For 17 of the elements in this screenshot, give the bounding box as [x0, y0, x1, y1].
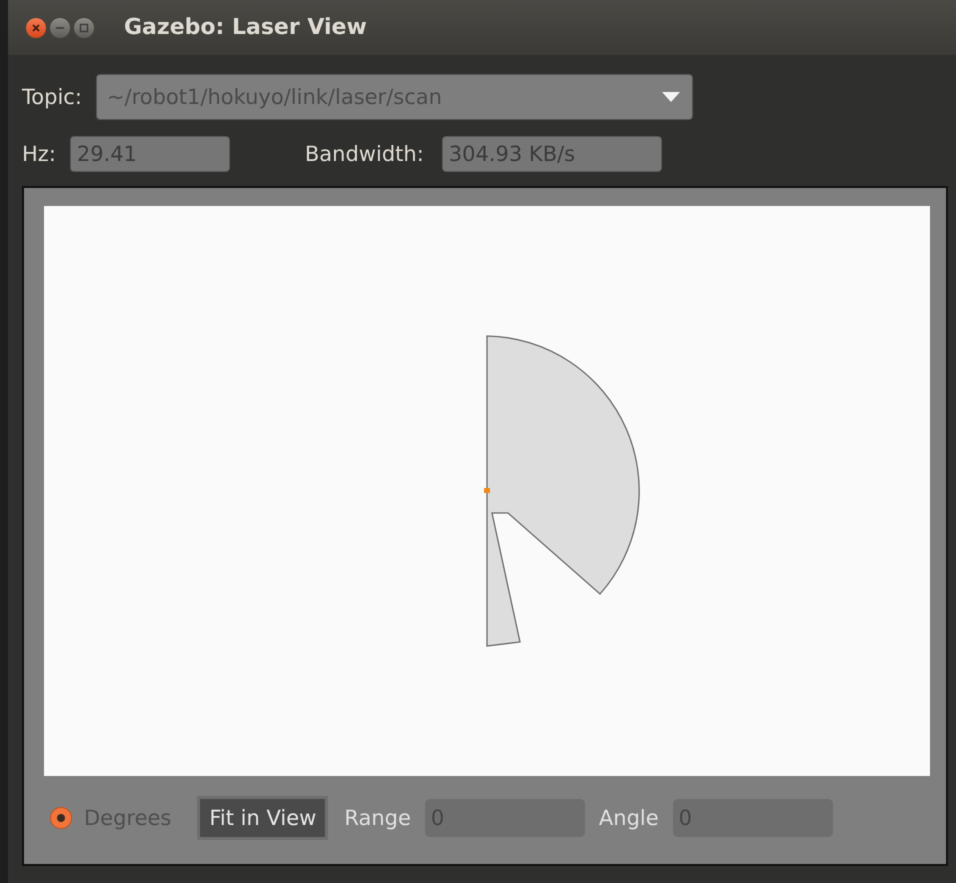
fit-in-view-button[interactable]: Fit in View — [197, 796, 328, 840]
minimize-button[interactable] — [50, 18, 70, 38]
sensor-origin-icon — [484, 488, 490, 493]
range-label: Range — [344, 806, 411, 830]
hz-field[interactable]: 29.41 — [70, 136, 230, 172]
topic-label: Topic: — [22, 85, 82, 109]
bandwidth-field[interactable]: 304.93 KB/s — [442, 136, 662, 172]
hz-label: Hz: — [22, 142, 56, 166]
caret-icon — [662, 92, 680, 102]
close-button[interactable] — [26, 18, 46, 38]
degrees-radio[interactable] — [50, 807, 72, 829]
window-title: Gazebo: Laser View — [124, 15, 367, 40]
maximize-icon — [79, 22, 89, 32]
maximize-button[interactable] — [74, 18, 94, 38]
close-icon — [31, 22, 41, 32]
angle-label: Angle — [598, 806, 659, 830]
bandwidth-label: Bandwidth: — [304, 142, 424, 166]
